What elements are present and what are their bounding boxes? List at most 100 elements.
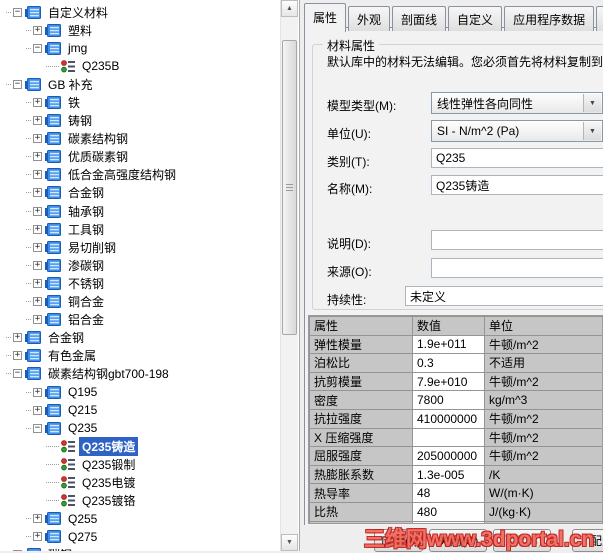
expand-icon[interactable]: + xyxy=(33,188,42,197)
tab-外观[interactable]: 外观 xyxy=(348,6,390,31)
expand-icon[interactable]: + xyxy=(13,351,22,360)
property-value-cell[interactable]: 1.9e+011 xyxy=(413,335,485,354)
category-folder-icon xyxy=(45,530,61,543)
expand-icon[interactable]: + xyxy=(33,315,42,324)
tree-item[interactable]: +有色金属 xyxy=(0,347,283,365)
property-value-cell[interactable]: 0.3 xyxy=(413,354,485,373)
tree-item[interactable]: Q235电镀 xyxy=(0,473,283,491)
expand-icon[interactable]: + xyxy=(33,243,42,252)
chevron-down-icon[interactable]: ▼ xyxy=(583,94,601,112)
property-value-cell[interactable]: 7.9e+010 xyxy=(413,372,485,391)
tree-item[interactable]: +合金钢 xyxy=(0,329,283,347)
tree-connector xyxy=(26,536,31,537)
tree-item[interactable]: −碳素结构钢gbt700-198 xyxy=(0,365,283,383)
tab-属性[interactable]: 属性 xyxy=(304,3,346,32)
scroll-up-icon[interactable]: ▲ xyxy=(281,0,298,17)
expand-icon[interactable]: + xyxy=(33,388,42,397)
tree-connector xyxy=(46,66,59,67)
tree-item[interactable]: +铝合金 xyxy=(0,311,283,329)
tree-scrollbar[interactable]: ▲ ▼ xyxy=(280,0,298,551)
units-select[interactable]: SI - N/m^2 (Pa) ▼ xyxy=(431,120,603,142)
tree-item[interactable]: +不锈钢 xyxy=(0,274,283,292)
collapse-icon[interactable]: − xyxy=(13,369,22,378)
expand-icon[interactable]: + xyxy=(33,225,42,234)
tab-bar: 属性外观剖面线自定义应用程序数据收藏 xyxy=(304,3,603,27)
tree-item[interactable]: +Q255 xyxy=(0,510,283,528)
property-value-cell[interactable]: 48 xyxy=(413,484,485,503)
tree-item[interactable]: +渗碳钢 xyxy=(0,256,283,274)
tree-item[interactable]: +轴承钢 xyxy=(0,202,283,220)
tree-item[interactable]: +优质碳素钢 xyxy=(0,148,283,166)
tree-item[interactable]: Q235锻制 xyxy=(0,455,283,473)
property-value-cell[interactable]: 480 xyxy=(413,502,485,521)
tree-item[interactable]: Q235铸造 xyxy=(0,437,283,455)
property-value-cell[interactable]: 1.3e-005 xyxy=(413,465,485,484)
sustainability-input[interactable] xyxy=(405,286,603,306)
scrollbar-thumb[interactable] xyxy=(282,40,297,335)
expand-icon[interactable]: + xyxy=(33,406,42,415)
tab-自定义[interactable]: 自定义 xyxy=(448,6,502,31)
tree-item[interactable]: −Q235 xyxy=(0,419,283,437)
tree-item[interactable]: +Q195 xyxy=(0,383,283,401)
expand-icon[interactable]: + xyxy=(33,98,42,107)
expand-icon[interactable]: + xyxy=(33,134,42,143)
tree-item[interactable]: +铜合金 xyxy=(0,293,283,311)
expand-icon[interactable]: + xyxy=(33,297,42,306)
category-input[interactable] xyxy=(431,148,603,168)
name-label: 名称(M): xyxy=(327,180,372,197)
tree-item[interactable]: −jmg xyxy=(0,39,283,57)
tree-item[interactable]: Q235B xyxy=(0,57,283,75)
expand-icon[interactable]: + xyxy=(13,333,22,342)
tree-connector xyxy=(6,84,11,85)
tab-剖面线[interactable]: 剖面线 xyxy=(392,6,446,31)
expand-icon[interactable]: + xyxy=(33,261,42,270)
scroll-down-icon[interactable]: ▼ xyxy=(281,534,298,551)
property-value-cell[interactable]: 7800 xyxy=(413,391,485,410)
property-value-cell[interactable]: 205000000 xyxy=(413,447,485,466)
tree-item[interactable]: −GB 补充 xyxy=(0,75,283,93)
tree-connector xyxy=(26,410,31,411)
tree-item[interactable]: +易切削钢 xyxy=(0,238,283,256)
tree-item[interactable]: +铸钢 xyxy=(0,112,283,130)
category-folder-icon xyxy=(45,168,61,181)
tree-item-label: Q235B xyxy=(79,58,122,74)
tab-收藏[interactable]: 收藏 xyxy=(596,6,603,31)
expand-icon[interactable]: + xyxy=(33,514,42,523)
expand-icon[interactable]: + xyxy=(33,207,42,216)
tree-item[interactable]: +工具钢 xyxy=(0,220,283,238)
expand-icon[interactable]: + xyxy=(33,279,42,288)
tree-item[interactable]: +铁 xyxy=(0,93,283,111)
tree-item[interactable]: +Q215 xyxy=(0,401,283,419)
tree-item[interactable]: Q235镀铬 xyxy=(0,492,283,510)
name-input[interactable] xyxy=(431,175,603,195)
description-input[interactable] xyxy=(431,230,603,250)
expand-icon[interactable]: + xyxy=(33,532,42,541)
tab-应用程序数据[interactable]: 应用程序数据 xyxy=(504,6,594,31)
expand-icon[interactable]: + xyxy=(33,26,42,35)
collapse-icon[interactable]: − xyxy=(33,424,42,433)
expand-icon[interactable]: + xyxy=(33,116,42,125)
tree-item[interactable]: +合金钢 xyxy=(0,184,283,202)
collapse-icon[interactable]: − xyxy=(33,44,42,53)
tree-item[interactable]: +塑料 xyxy=(0,21,283,39)
tree-item[interactable]: +碳素结构钢 xyxy=(0,130,283,148)
apply-button[interactable]: 应用(A) xyxy=(374,529,423,552)
tree-item[interactable]: +Q275 xyxy=(0,528,283,546)
tree-item[interactable]: −碳钢 xyxy=(0,546,283,551)
expand-icon[interactable]: + xyxy=(33,170,42,179)
tree-connector xyxy=(26,247,31,248)
tree-item[interactable]: −自定义材料 xyxy=(0,3,283,21)
close-button[interactable]: 关闭(C) xyxy=(429,529,487,552)
config-button[interactable]: 配置( xyxy=(572,529,603,552)
property-value-cell[interactable]: 410000000 xyxy=(413,409,485,428)
collapse-icon[interactable]: − xyxy=(13,80,22,89)
property-value-cell[interactable] xyxy=(413,521,485,524)
source-input[interactable] xyxy=(431,258,603,278)
expand-icon[interactable]: + xyxy=(33,152,42,161)
chevron-down-icon[interactable]: ▼ xyxy=(583,122,601,140)
tree-item-label: Q235电镀 xyxy=(79,473,138,492)
tree-item[interactable]: +低合金高强度结构钢 xyxy=(0,166,283,184)
property-value-cell[interactable] xyxy=(413,428,485,447)
model-type-select[interactable]: 线性弹性各向同性 ▼ xyxy=(431,92,603,114)
collapse-icon[interactable]: − xyxy=(13,8,22,17)
